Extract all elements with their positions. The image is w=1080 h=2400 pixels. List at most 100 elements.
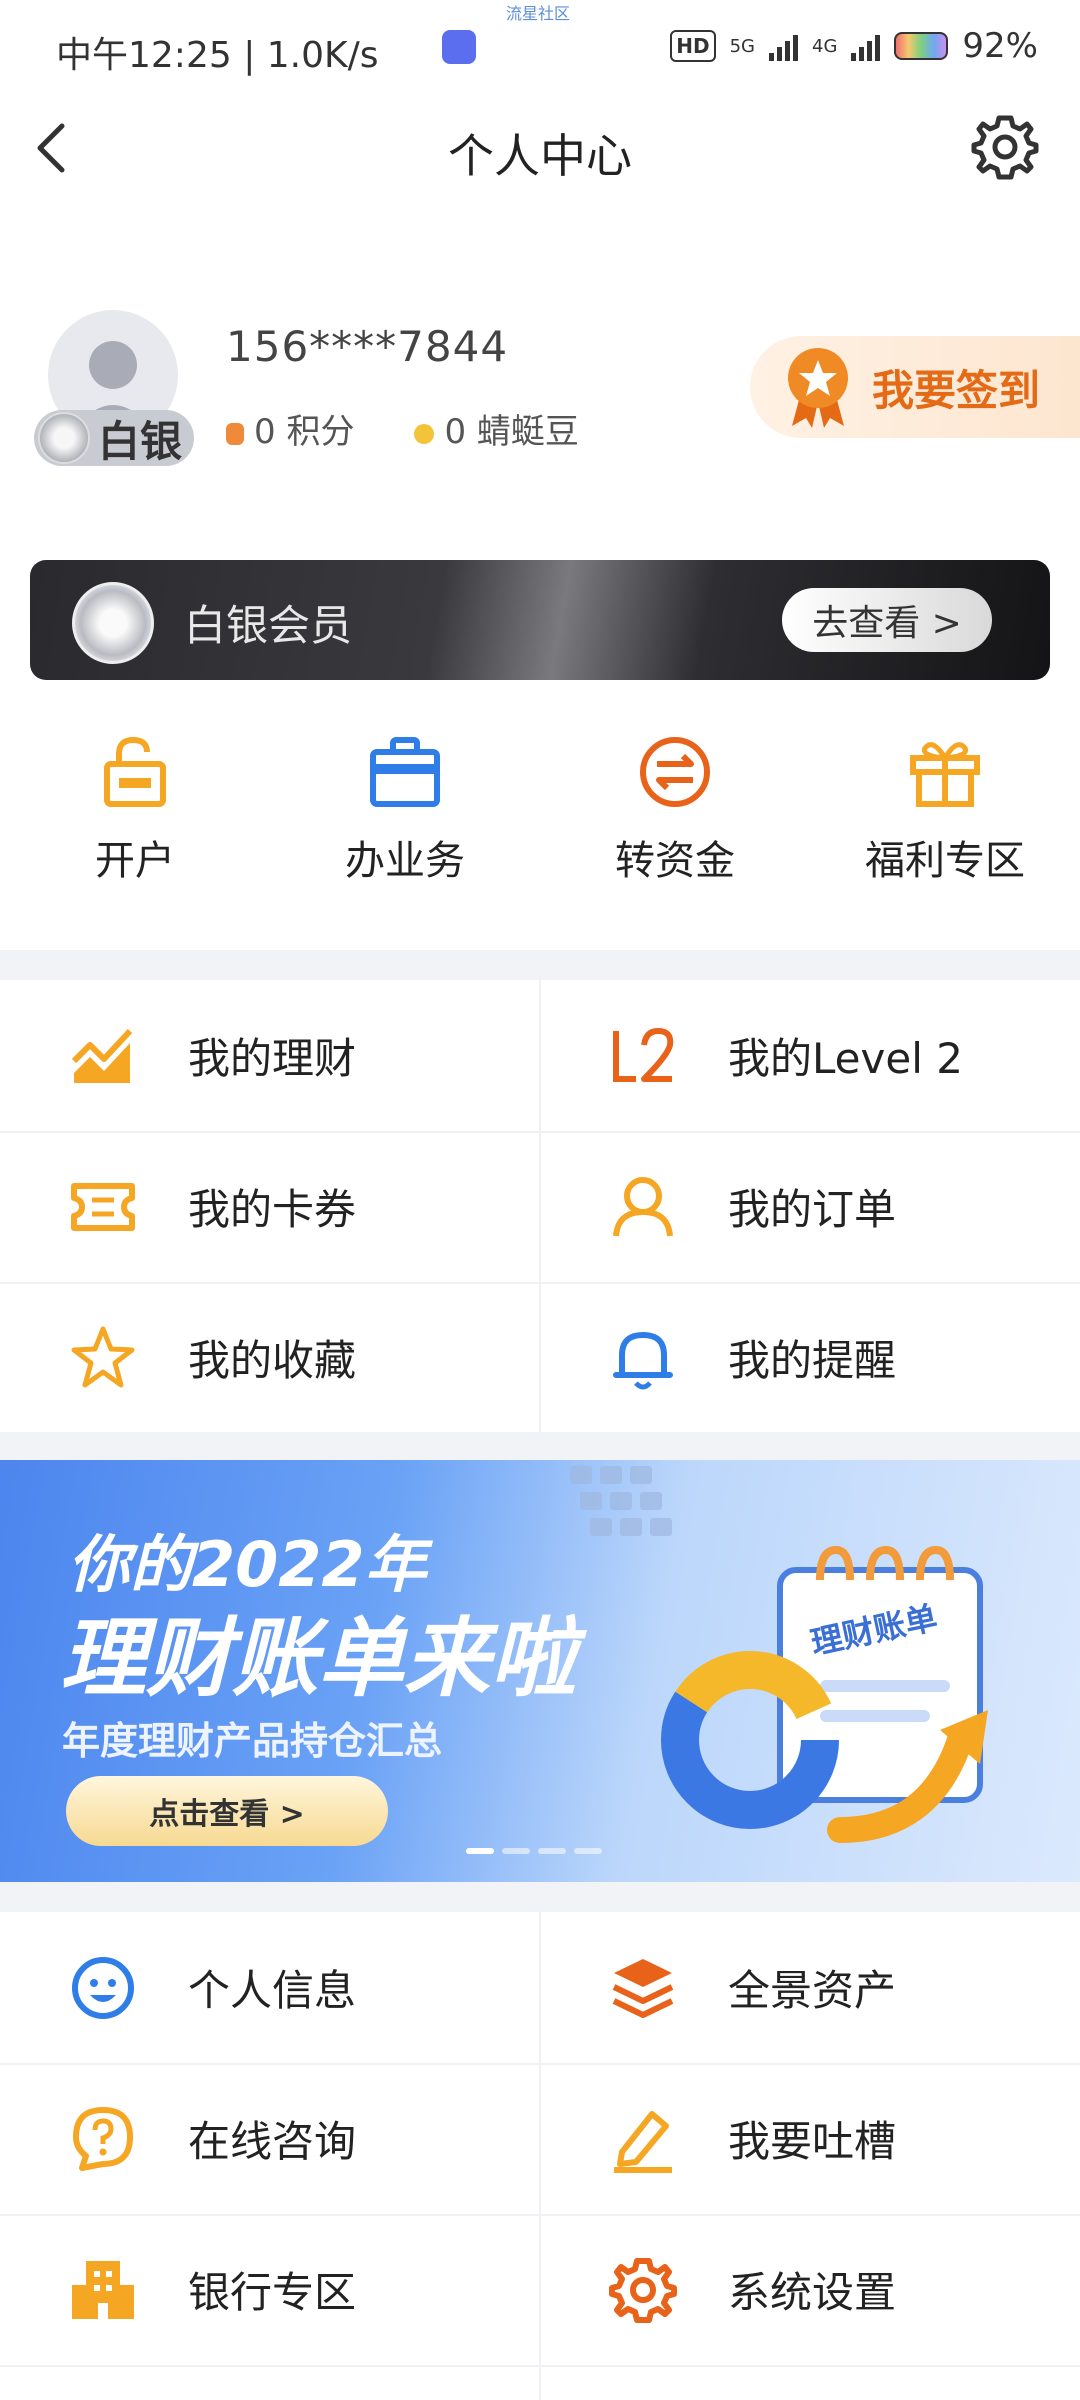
menu-item-finance[interactable]: 我的理财: [0, 980, 540, 1131]
menu-item-label: 我的订单: [728, 1185, 897, 1234]
status-notice: 流星社区: [506, 4, 571, 23]
member-card[interactable]: 白银会员 去查看 >: [30, 560, 1050, 680]
net2-label: 4G: [812, 35, 838, 57]
menu-item-orders[interactable]: 我的订单: [540, 1131, 1080, 1282]
pagination-dot[interactable]: [466, 1848, 494, 1854]
menu-row: 我的收藏 我的提醒: [0, 1282, 1080, 1435]
menu-item-label: 我的收藏: [188, 1336, 357, 1385]
star-icon: [71, 1326, 135, 1387]
banner-cta-button[interactable]: 点击查看 >: [66, 1776, 388, 1846]
quick-action-label: 转资金: [615, 838, 735, 884]
menu-row: 我的理财 我的Level 2: [0, 980, 1080, 1133]
transfer-icon: [640, 737, 710, 807]
menu-item-label: 银行专区: [188, 2268, 357, 2317]
quick-action-open-account[interactable]: 开户: [0, 734, 270, 886]
beans-icon: [414, 423, 435, 444]
silver-member-icon: [72, 582, 154, 664]
battery-level: 92%: [962, 26, 1038, 66]
calculator-decor-icon: [570, 1466, 672, 1536]
briefcase-icon: [370, 737, 440, 807]
building-icon: [72, 2260, 134, 2319]
silver-coin-icon: [38, 412, 90, 464]
menu-item-favorites[interactable]: 我的收藏: [0, 1282, 540, 1433]
menu-item-assets[interactable]: 全景资产: [540, 1912, 1080, 2063]
signin-medal-icon: [788, 348, 848, 428]
net1-label: 5G: [729, 35, 756, 57]
smile-icon: [72, 1956, 134, 2019]
ticket-icon: [71, 1182, 135, 1231]
menu-row: 银行专区 系统设置: [0, 2214, 1080, 2367]
banner-line3: 年度理财产品持仓汇总: [62, 1719, 443, 1763]
menu-item-label: 在线咨询: [188, 2117, 357, 2166]
menu-row: 个人信息 全景资产: [0, 1912, 1080, 2065]
layers-icon: [612, 1958, 674, 2018]
menu-item-system-settings[interactable]: 系统设置: [540, 2214, 1080, 2365]
status-bar: 中午12:25 | 1.0K/s 流星社区 HD 5G 4G 92%: [0, 0, 1080, 92]
status-right: HD 5G 4G 92%: [670, 26, 1038, 66]
user-stats: 0 积分 0 蜻蜓豆: [226, 404, 579, 453]
points-stat[interactable]: 0 积分: [226, 404, 354, 453]
user-icon: [613, 1176, 673, 1236]
pen-icon: [614, 2110, 672, 2173]
menu-item-label: 系统设置: [728, 2268, 897, 2317]
qq-notification-icon: [442, 30, 476, 64]
level-badge-label: 白银: [98, 416, 183, 466]
pagination-dot[interactable]: [538, 1848, 566, 1854]
page-title: 个人中心: [448, 129, 632, 183]
pagination-dot[interactable]: [502, 1848, 530, 1854]
menu-item-label: 我的提醒: [728, 1336, 897, 1385]
menu-row: 我的卡券 我的订单: [0, 1131, 1080, 1284]
lock-open-icon: [104, 736, 166, 807]
quick-action-transfer[interactable]: 转资金: [540, 734, 810, 886]
menu-item-profile[interactable]: 个人信息: [0, 1912, 540, 2063]
menu-item-coupons[interactable]: 我的卡券: [0, 1131, 540, 1282]
bell-icon: [613, 1331, 673, 1389]
menu-item-consult[interactable]: 在线咨询: [0, 2063, 540, 2214]
chart-icon: [71, 1028, 133, 1083]
menu-item-label: 我要吐槽: [728, 2117, 897, 2166]
settings-icon: [609, 2257, 677, 2323]
menu-item-bank[interactable]: 银行专区: [0, 2214, 540, 2365]
member-view-button[interactable]: 去查看 >: [782, 588, 992, 652]
points-icon: [226, 422, 244, 445]
growth-arrow-icon: [827, 1710, 988, 1843]
section-separator: [0, 950, 1080, 980]
level2-icon: [613, 1027, 674, 1082]
menu-item-label: 我的理财: [188, 1034, 357, 1083]
menu-item-label: 我的Level 2: [728, 1034, 963, 1083]
signin-button[interactable]: 我要签到: [750, 336, 1080, 438]
question-bubble-icon: [73, 2106, 133, 2171]
banner-line2: 理财账单来啦: [60, 1609, 576, 1709]
quick-action-business[interactable]: 办业务: [270, 734, 540, 886]
menu-item-label: 全景资产: [728, 1966, 897, 2015]
banner-pagination: [466, 1848, 602, 1854]
quick-action-label: 办业务: [345, 838, 465, 884]
hd-icon: HD: [670, 30, 716, 62]
points-label: 0 积分: [254, 412, 355, 452]
signal-icon: [769, 31, 799, 61]
menu-row: 在线咨询 我要吐槽: [0, 2063, 1080, 2216]
section-separator: [0, 1882, 1080, 1912]
level-badge: 白银: [34, 410, 194, 466]
user-phone: 156****7844: [226, 322, 509, 371]
quick-action-label: 开户: [95, 838, 175, 884]
member-label: 白银会员: [184, 601, 353, 650]
menu-item-label: 个人信息: [188, 1966, 357, 2015]
gift-icon: [910, 742, 980, 807]
signal-icon-2: [851, 31, 881, 61]
beans-stat[interactable]: 0 蜻蜓豆: [414, 404, 579, 453]
settings-gear-icon[interactable]: [970, 112, 1040, 182]
pagination-dot[interactable]: [574, 1848, 602, 1854]
menu-item-level2[interactable]: 我的Level 2: [540, 980, 1080, 1131]
beans-label: 0 蜻蜓豆: [444, 412, 579, 452]
battery-icon: [894, 32, 949, 60]
menu-item-label: 我的卡券: [188, 1185, 357, 1234]
section-separator: [0, 1432, 1080, 1460]
status-time: 中午12:25 | 1.0K/s: [56, 35, 379, 76]
annual-report-banner[interactable]: 你的2022年 理财账单来啦 年度理财产品持仓汇总 点击查看 > 理财账单: [0, 1460, 1080, 1882]
quick-action-gift[interactable]: 福利专区: [810, 734, 1080, 886]
menu-item-reminders[interactable]: 我的提醒: [540, 1282, 1080, 1433]
signin-label: 我要签到: [872, 365, 1041, 415]
quick-action-label: 福利专区: [865, 838, 1025, 884]
menu-item-feedback[interactable]: 我要吐槽: [540, 2063, 1080, 2214]
